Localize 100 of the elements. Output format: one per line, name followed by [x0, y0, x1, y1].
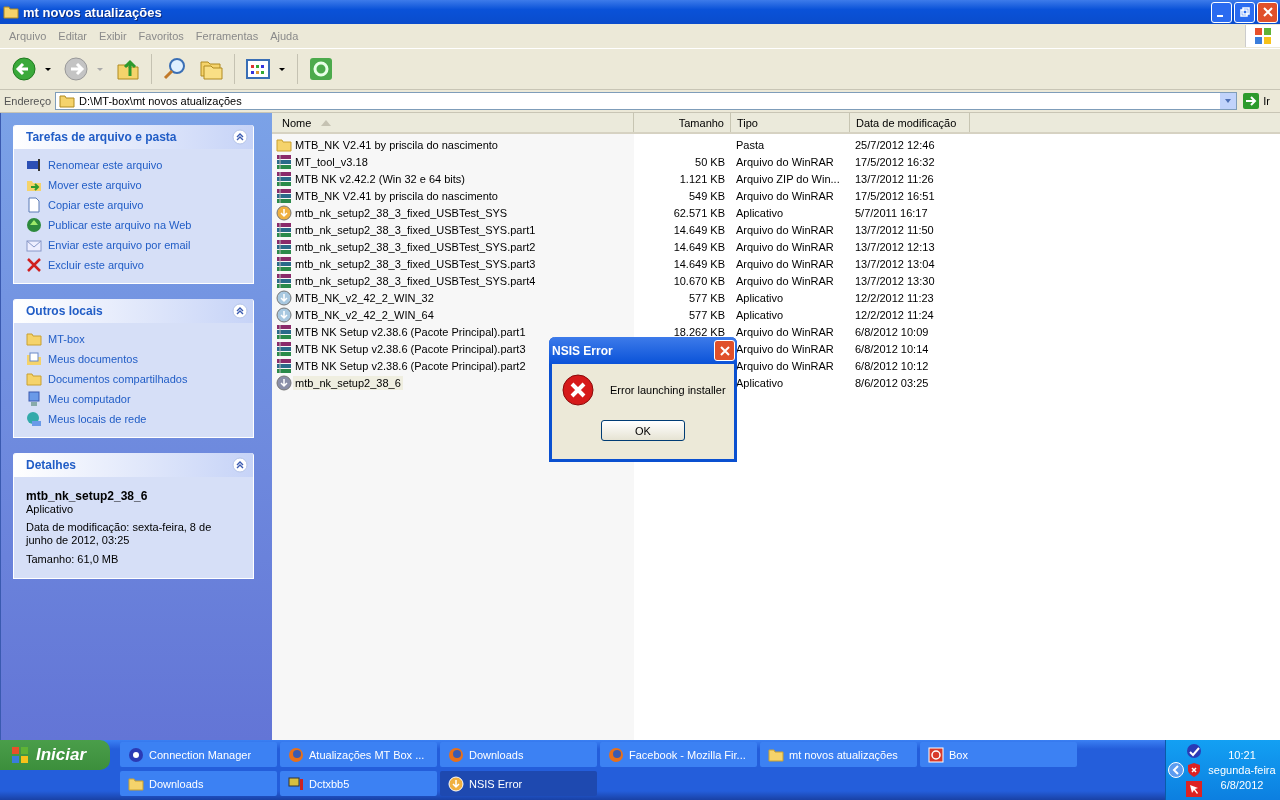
folder-icon [768, 746, 784, 763]
task-link[interactable]: Publicar este arquivo na Web [48, 219, 192, 231]
panel-title[interactable]: Detalhes [26, 458, 77, 472]
menu-item[interactable]: Exibir [93, 30, 133, 42]
file-name[interactable]: MTB_NK V2.41 by priscila do nascimento [293, 137, 500, 152]
file-type: Arquivo do WinRAR [736, 257, 834, 270]
archive-icon [276, 153, 292, 170]
clock-time: 10:21 [1228, 749, 1256, 761]
file-type: Arquivo do WinRAR [736, 359, 834, 372]
menu-item[interactable]: Ferramentas [189, 30, 265, 42]
close-button[interactable] [714, 340, 735, 361]
caret-icon[interactable] [278, 65, 286, 73]
views-icon[interactable] [245, 56, 271, 82]
file-type: Aplicativo [736, 308, 784, 321]
task-link[interactable]: Excluir este arquivo [48, 259, 144, 271]
file-size: 14.649 KB [673, 223, 725, 236]
file-name[interactable]: MTB_NK_v2_42_2_WIN_32 [293, 290, 436, 305]
installer-icon [448, 775, 464, 792]
file-name[interactable]: mtb_nk_setup2_38_3_fixed_USBTest_SYS [293, 205, 510, 220]
task-link[interactable]: Enviar este arquivo por email [48, 239, 191, 251]
file-size: Tamanho: 61,0 MB [26, 553, 120, 566]
ok-button[interactable]: OK [601, 420, 685, 441]
collapse-icon[interactable] [232, 303, 248, 319]
column-header[interactable]: Data de modificação [850, 113, 970, 132]
address-field[interactable]: D:\MT-box\mt novos atualizações [55, 92, 1238, 110]
modified-date: 12/2/2012 11:23 [855, 291, 934, 304]
task-link[interactable]: Meus documentos [48, 353, 138, 365]
back-icon[interactable] [11, 56, 37, 82]
documents-folder-icon [26, 351, 42, 367]
folder-icon [128, 775, 144, 792]
collapse-icon[interactable] [232, 129, 248, 145]
delete-icon [26, 257, 42, 273]
installer-icon [276, 374, 292, 391]
file-name[interactable]: mtb_nk_setup2_38_3_fixed_USBTest_SYS.part1 [293, 222, 538, 237]
task-link[interactable]: Documentos compartilhados [48, 373, 188, 385]
go-button[interactable]: Ir [1241, 93, 1278, 109]
file-size: 62.571 KB [673, 206, 725, 219]
task-link[interactable]: Meu computador [48, 393, 131, 405]
modified-date: 5/7/2011 16:17 [855, 206, 928, 219]
file-name[interactable]: MTB_NK_v2_42_2_WIN_64 [293, 307, 436, 322]
column-header[interactable]: Nome [272, 113, 634, 132]
file-name[interactable]: mtb_nk_setup2_38_3_fixed_USBTest_SYS.part4 [293, 273, 538, 288]
collapse-icon[interactable] [232, 457, 248, 473]
taskbar-button[interactable]: Connection Manager [120, 742, 277, 767]
modified-date: 6/8/2012 10:09 [855, 325, 929, 338]
file-size: 1.121 KB [679, 172, 725, 185]
task-link[interactable]: MT-box [48, 333, 85, 345]
computer-icon [26, 391, 42, 407]
task-link[interactable]: Meus locais de rede [48, 413, 147, 425]
panel-title[interactable]: Outros locais [26, 304, 103, 318]
taskbar-button[interactable]: Dctxbb5 [280, 771, 437, 796]
menu-item[interactable]: Favoritos [132, 30, 190, 42]
file-type: Pasta [736, 138, 765, 151]
menu-item[interactable]: Ajuda [264, 30, 305, 42]
expand-icon[interactable] [1168, 762, 1184, 778]
browser-icon [608, 746, 624, 763]
globe-icon [26, 217, 42, 233]
dropdown-button[interactable] [1220, 93, 1237, 109]
file-name[interactable]: MTB NK Setup v2.38.6 (Pacote Principal).part2 [293, 358, 528, 373]
taskbar-button[interactable]: NSIS Error [440, 771, 597, 796]
maximize-button[interactable] [1234, 1, 1255, 23]
file-type: Arquivo do WinRAR [736, 223, 834, 236]
forward-icon[interactable] [63, 56, 89, 82]
taskbar-button[interactable]: Downloads [120, 771, 277, 796]
file-name[interactable]: mtb_nk_setup2_38_3_fixed_USBTest_SYS.part2 [293, 239, 538, 254]
cursor-icon[interactable] [1186, 781, 1202, 797]
column-header[interactable]: Tipo [731, 113, 850, 132]
caret-icon[interactable] [44, 65, 52, 73]
start-button[interactable]: Iniciar [0, 740, 110, 770]
close-button[interactable] [1257, 1, 1278, 23]
clock-day: segunda-feira [1208, 764, 1276, 776]
taskbar-button[interactable]: Downloads [440, 742, 597, 767]
task-link[interactable]: Mover este arquivo [48, 179, 142, 191]
envelope-icon [26, 237, 42, 253]
file-name[interactable]: MTB NK v2.42.2 (Win 32 e 64 bits) [293, 171, 467, 186]
shield-icon[interactable] [1186, 762, 1202, 778]
taskbar-button[interactable]: mt novos atualizações [760, 742, 917, 767]
taskbar-button[interactable]: Facebook - Mozilla Fir... [600, 742, 757, 767]
address-label: Endereço [4, 95, 52, 107]
archive-icon [276, 323, 292, 340]
taskbar-button[interactable]: Box [920, 742, 1077, 767]
taskbar-button[interactable]: Atualizações MT Box ... [280, 742, 437, 767]
column-header[interactable]: Tamanho [634, 113, 731, 132]
minimize-button[interactable] [1211, 1, 1232, 23]
file-name[interactable]: MTB_NK V2.41 by priscila do nascimento [293, 188, 500, 203]
modified-date: 17/5/2012 16:32 [855, 155, 935, 168]
file-name[interactable]: MTB NK Setup v2.38.6 (Pacote Principal).part3 [293, 341, 528, 356]
archive-icon [276, 221, 292, 238]
task-link[interactable]: Copiar este arquivo [48, 199, 144, 211]
search-icon[interactable] [162, 56, 188, 82]
menu-item[interactable]: Editar [52, 30, 94, 42]
file-name[interactable]: MT_tool_v3.18 [293, 154, 370, 169]
window-title: mt novos atualizações [23, 4, 163, 20]
task-link[interactable]: Renomear este arquivo [48, 159, 163, 171]
file-name[interactable]: MTB NK Setup v2.38.6 (Pacote Principal).part1 [293, 324, 528, 339]
modified-date: 6/8/2012 10:14 [855, 342, 929, 355]
menu-item[interactable]: Arquivo [3, 30, 53, 42]
modified-date: 13/7/2012 13:04 [855, 257, 935, 270]
archive-icon [276, 187, 292, 204]
file-name[interactable]: mtb_nk_setup2_38_3_fixed_USBTest_SYS.part3 [293, 256, 538, 271]
